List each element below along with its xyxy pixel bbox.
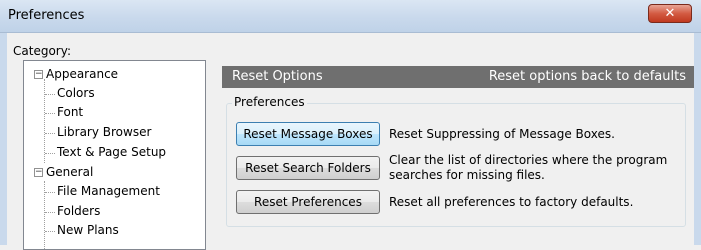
tree-node-font[interactable]: Font [57, 103, 83, 122]
tree-connector [44, 79, 45, 163]
tree-node-text-page-setup[interactable]: Text & Page Setup [57, 143, 166, 162]
reset-message-boxes-description: Reset Suppressing of Message Boxes. [389, 127, 615, 141]
collapse-icon[interactable]: − [34, 168, 43, 177]
tree-connector [45, 94, 55, 95]
reset-preferences-description: Reset all preferences to factory default… [389, 195, 634, 209]
category-label: Category: [13, 44, 71, 58]
panel-subtitle: Reset options back to defaults [488, 69, 686, 84]
tree-connector [45, 133, 55, 134]
tree-node-new-plans[interactable]: New Plans [57, 221, 119, 240]
reset-search-folders-description: Clear the list of directories where the … [389, 153, 668, 182]
tree-connector [45, 153, 55, 154]
reset-preferences-button[interactable]: Reset Preferences [236, 190, 380, 214]
tree-node-colors[interactable]: Colors [57, 84, 95, 103]
reset-message-boxes-button[interactable]: Reset Message Boxes [236, 122, 380, 146]
tree-node-file-management[interactable]: File Management [57, 182, 160, 201]
reset-search-folders-button[interactable]: Reset Search Folders [236, 156, 380, 180]
tree-node-label: Appearance [46, 67, 119, 81]
tree-node-library-browser[interactable]: Library Browser [57, 123, 151, 142]
tree-connector [45, 192, 55, 193]
tree-node-folders[interactable]: Folders [57, 202, 100, 221]
panel-title: Reset Options [232, 69, 323, 84]
collapse-icon[interactable]: − [34, 70, 43, 79]
title-bar: Preferences ✕ [0, 0, 701, 33]
category-tree[interactable]: − Appearance Colors Font Library Browser… [23, 60, 206, 250]
window-title: Preferences [8, 8, 85, 23]
group-label: Preferences [232, 95, 307, 109]
close-button[interactable]: ✕ [648, 4, 692, 23]
tree-connector [45, 113, 55, 114]
tree-node-label: General [46, 165, 94, 179]
close-icon: ✕ [664, 6, 676, 21]
panel-header: Reset Options Reset options back to defa… [222, 66, 694, 88]
tree-connector [45, 212, 55, 213]
tree-connector [45, 231, 55, 232]
